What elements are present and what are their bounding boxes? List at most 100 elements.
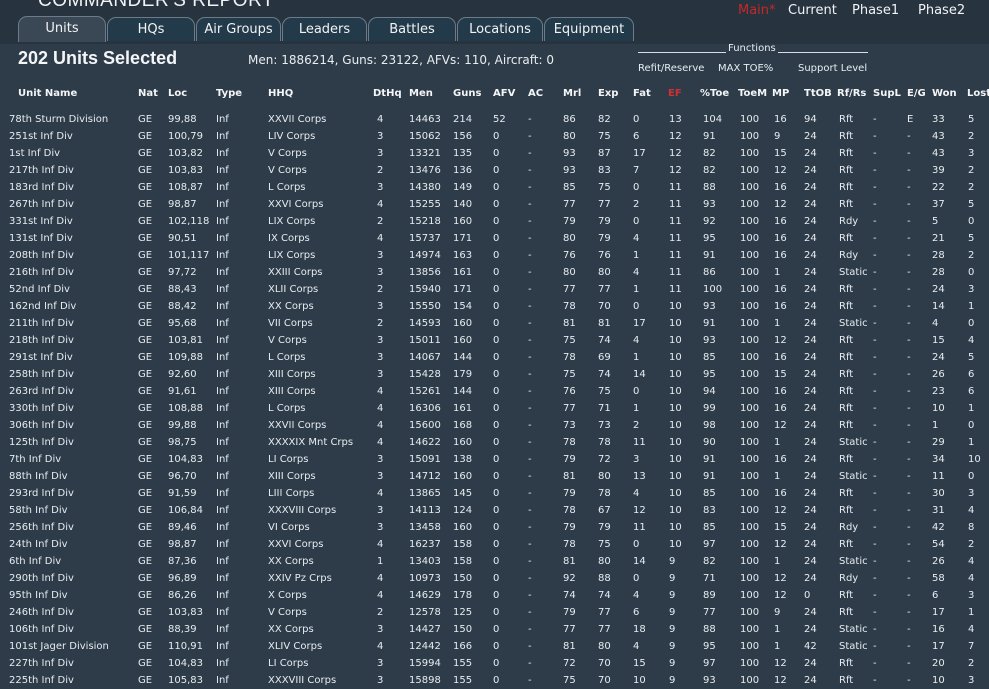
cell-loc: 95,68 [168,318,197,329]
cell-mrl: 93 [563,165,576,176]
column-header-fat[interactable]: Fat [633,88,651,99]
table-row[interactable]: 106th Inf Div GE 88,39 Inf XX Corps 3 14427 150… [0,621,989,638]
column-header-won[interactable]: Won [932,88,957,99]
table-row[interactable]: 251st Inf Div GE 100,79 Inf LIV Corps 3 15062 1… [0,128,989,145]
table-row[interactable]: 7th Inf Div GE 104,83 Inf LI Corps 3 15091 138 0… [0,451,989,468]
table-row[interactable]: 131st Inf Div GE 90,51 Inf IX Corps 4 15737 171… [0,230,989,247]
cell-name: 58th Inf Div [9,505,68,516]
table-row[interactable]: 88th Inf Div GE 96,70 Inf XIII Corps 3 14712 16… [0,468,989,485]
table-row[interactable]: 101st Jager Division GE 110,91 Inf XLIV Corp… [0,638,989,655]
table-row[interactable]: 1st Inf Div GE 103,82 Inf V Corps 3 13321 135 0 -… [0,145,989,162]
table-row[interactable]: 267th Inf Div GE 98,87 Inf XXVI Corps 4 15255 1… [0,196,989,213]
tab-equipment[interactable]: Equipment [544,17,634,41]
table-row[interactable]: 211th Inf Div GE 95,68 Inf VII Corps 2 14593 16… [0,315,989,332]
tab-battles[interactable]: Battles [368,17,456,41]
column-header-hhq[interactable]: HHQ [268,88,293,99]
table-row[interactable]: 217th Inf Div GE 103,83 Inf V Corps 2 13476 136… [0,162,989,179]
column-header-mp[interactable]: MP [772,88,789,99]
table-row[interactable]: 125th Inf Div GE 98,75 Inf XXXXIX Mnt Crps 4 1… [0,434,989,451]
column-header-loc[interactable]: Loc [168,88,187,99]
column-header-ttob[interactable]: TtOB [804,88,832,99]
phase-main[interactable]: Main* [738,3,776,18]
tab-locations[interactable]: Locations [457,17,543,41]
table-row[interactable]: 290th Inf Div GE 96,89 Inf XXIV Pz Crps 4 1097… [0,570,989,587]
cell-ef: 10 [669,539,682,550]
table-row[interactable]: 225th Inf Div GE 105,83 Inf XXXVIII Corps 3 15… [0,672,989,689]
table-row[interactable]: 183rd Inf Div GE 108,87 Inf L Corps 3 14380 149… [0,179,989,196]
cell-ef: 9 [669,658,676,669]
table-row[interactable]: 258th Inf Div GE 92,60 Inf XIII Corps 3 15428 1… [0,366,989,383]
table-row[interactable]: 6th Inf Div GE 87,36 Inf XX Corps 1 13403 158 0 -… [0,553,989,570]
tab-hqs[interactable]: HQs [107,17,195,41]
column-header-guns[interactable]: Guns [453,88,481,99]
table-row[interactable]: 95th Inf Div GE 86,26 Inf X Corps 4 14629 178 0 -… [0,587,989,604]
cell-nat: GE [138,284,153,295]
phase-current[interactable]: Current [788,3,837,18]
cell-afv: 0 [493,131,500,142]
column-header-toe[interactable]: %Toe [700,88,729,99]
support-level-button[interactable]: Support Level [798,63,867,74]
cell-exp: 75 [598,539,611,550]
table-row[interactable]: 227th Inf Div GE 104,83 Inf LI Corps 3 15994 15… [0,655,989,672]
cell-mp: 16 [774,233,787,244]
column-header-toem[interactable]: ToeM [738,88,767,99]
column-header-dthq[interactable]: DtHq [373,88,402,99]
tab-units[interactable]: Units [18,16,106,42]
cell-guns: 179 [453,369,473,380]
table-row[interactable]: 246th Inf Div GE 103,83 Inf V Corps 2 12578 125… [0,604,989,621]
column-header-eg[interactable]: E/G [907,88,926,99]
column-header-nat[interactable]: Nat [138,88,158,99]
cell-type: Inf [216,352,229,363]
table-row[interactable]: 330th Inf Div GE 108,88 Inf L Corps 4 16306 161… [0,400,989,417]
cell-name: 216th Inf Div [9,267,74,278]
table-row[interactable]: 218th Inf Div GE 103,81 Inf V Corps 3 15011 160… [0,332,989,349]
table-row[interactable]: 208th Inf Div GE 101,117 Inf LIX Corps 3 14974… [0,247,989,264]
column-header-mrl[interactable]: Mrl [563,88,581,99]
column-header-rfrs[interactable]: Rf/Rs [837,88,866,99]
table-row[interactable]: 306th Inf Div GE 99,88 Inf XXVII Corps 4 15600… [0,417,989,434]
column-header-type[interactable]: Type [216,88,242,99]
tab-air-groups[interactable]: Air Groups [196,17,281,41]
table-row[interactable]: 331st Inf Div GE 102,118 Inf LIX Corps 2 15218… [0,213,989,230]
cell-mrl: 77 [563,199,576,210]
cell-dthq: 3 [377,522,384,533]
column-header-lost[interactable]: Lost [967,88,989,99]
cell-mrl: 80 [563,131,576,142]
table-row[interactable]: 216th Inf Div GE 97,72 Inf XXIII Corps 3 13856… [0,264,989,281]
table-row[interactable]: 291st Inf Div GE 109,88 Inf L Corps 3 14067 144… [0,349,989,366]
phase-phase1[interactable]: Phase1 [852,3,899,18]
cell-ttob: 24 [804,607,817,618]
cell-won: 30 [932,488,945,499]
cell-ef: 10 [669,403,682,414]
cell-mp: 16 [774,301,787,312]
column-header-afv[interactable]: AFV [493,88,515,99]
cell-name: 101st Jager Division [9,641,109,652]
cell-exp: 82 [598,114,611,125]
table-row[interactable]: 58th Inf Div GE 106,84 Inf XXXVIII Corps 3 141… [0,502,989,519]
table-row[interactable]: 24th Inf Div GE 98,87 Inf XXVI Corps 4 16237 15… [0,536,989,553]
table-row[interactable]: 52nd Inf Div GE 88,43 Inf XLII Corps 2 15940 17… [0,281,989,298]
table-row[interactable]: 263rd Inf Div GE 91,61 Inf XIII Corps 4 15261 1… [0,383,989,400]
cell-name: 225th Inf Div [9,675,74,686]
cell-lost: 5 [968,352,975,363]
cell-ttob: 94 [804,114,817,125]
column-header-name[interactable]: Unit Name [18,88,77,99]
table-row[interactable]: 78th Sturm Division GE 99,88 Inf XXVII Corps… [0,111,989,128]
cell-toe: 104 [703,114,723,125]
refit-reserve-button[interactable]: Refit/Reserve [638,63,704,74]
column-header-men[interactable]: Men [409,88,433,99]
phase-phase2[interactable]: Phase2 [918,3,965,18]
column-header-ac[interactable]: AC [528,88,543,99]
cell-afv: 0 [493,624,500,635]
cell-rfrs: Rft [839,284,854,295]
column-header-supl[interactable]: SupL [873,88,901,99]
cell-type: Inf [216,369,229,380]
tab-leaders[interactable]: Leaders [282,17,367,41]
max-toe-button[interactable]: MAX TOE% [718,63,773,74]
table-row[interactable]: 293rd Inf Div GE 91,59 Inf LIII Corps 4 13865 1… [0,485,989,502]
column-header-exp[interactable]: Exp [598,88,618,99]
table-row[interactable]: 162nd Inf Div GE 88,42 Inf XX Corps 3 15550 154… [0,298,989,315]
table-row[interactable]: 256th Inf Div GE 89,46 Inf VI Corps 3 13458 160… [0,519,989,536]
cell-lost: 5 [968,199,975,210]
column-header-ef[interactable]: EF [668,88,682,99]
